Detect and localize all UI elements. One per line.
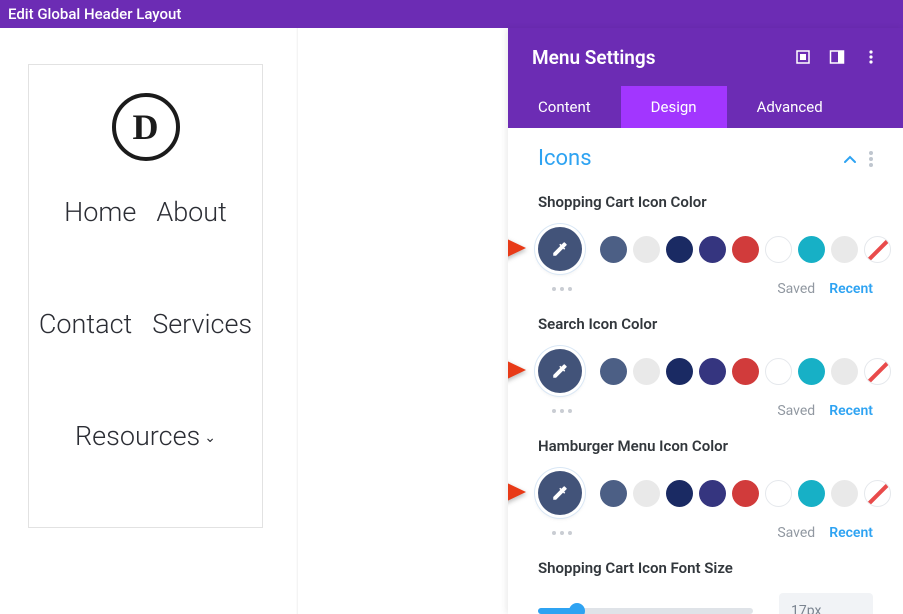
swatch-row-search: 2 — [538, 349, 873, 393]
color-swatch[interactable] — [831, 358, 858, 385]
section-more-icon[interactable] — [869, 151, 873, 167]
nav-item-resources[interactable]: Resources⌄ — [75, 420, 216, 452]
logo-letter: D — [133, 106, 159, 148]
color-swatch[interactable] — [699, 358, 726, 385]
saved-colors-link[interactable]: Saved — [777, 403, 815, 419]
preview-pane: D Home About Contact Services Resources⌄ — [0, 28, 508, 614]
dock-right-icon[interactable] — [829, 49, 845, 65]
color-swatch[interactable] — [699, 236, 726, 263]
color-swatch-none[interactable] — [864, 236, 891, 263]
saved-colors-link[interactable]: Saved — [777, 281, 815, 297]
settings-panel: Menu Settings Content Design Advanced Ic… — [508, 28, 903, 614]
label-cart-icon-color: Shopping Cart Icon Color — [538, 193, 873, 211]
saved-colors-link[interactable]: Saved — [777, 525, 815, 541]
font-size-input[interactable]: 17px — [779, 593, 873, 614]
color-swatch-none[interactable] — [864, 358, 891, 385]
color-swatch[interactable] — [666, 358, 693, 385]
nav-item-home[interactable]: Home — [64, 196, 136, 228]
nav-item-resources-label: Resources — [75, 420, 200, 452]
header-preview: D Home About Contact Services Resources⌄ — [28, 64, 263, 528]
color-swatch[interactable] — [633, 358, 660, 385]
color-swatch[interactable] — [831, 480, 858, 507]
swatch-row-hamburger: 3 — [538, 471, 873, 515]
label-hamburger-icon-color: Hamburger Menu Icon Color — [538, 437, 873, 455]
color-swatch[interactable] — [798, 480, 825, 507]
more-colors-icon[interactable] — [538, 531, 572, 535]
color-swatch[interactable] — [666, 236, 693, 263]
color-swatch[interactable] — [798, 358, 825, 385]
swatch-row-cart: 1 — [538, 227, 873, 271]
color-swatch[interactable] — [600, 236, 627, 263]
eyedropper-button[interactable] — [538, 471, 582, 515]
color-swatch[interactable] — [600, 480, 627, 507]
callout-2: 2 — [508, 349, 526, 391]
recent-colors-link[interactable]: Recent — [829, 403, 873, 419]
slider-thumb[interactable] — [569, 603, 585, 614]
color-swatch-none[interactable] — [864, 480, 891, 507]
recent-colors-link[interactable]: Recent — [829, 281, 873, 297]
eyedropper-button[interactable] — [538, 349, 582, 393]
color-swatch[interactable] — [732, 480, 759, 507]
color-swatch[interactable] — [732, 358, 759, 385]
nav-item-about[interactable]: About — [156, 196, 227, 228]
eyedropper-button[interactable] — [538, 227, 582, 271]
color-swatch[interactable] — [765, 358, 792, 385]
color-swatch[interactable] — [765, 236, 792, 263]
tab-advanced[interactable]: Advanced — [727, 86, 853, 128]
color-swatch[interactable] — [699, 480, 726, 507]
logo[interactable]: D — [112, 93, 180, 161]
chevron-up-icon[interactable] — [843, 152, 857, 166]
more-colors-icon[interactable] — [538, 287, 572, 291]
label-cart-icon-font-size: Shopping Cart Icon Font Size — [538, 559, 873, 577]
color-swatch[interactable] — [633, 480, 660, 507]
color-swatch[interactable] — [633, 236, 660, 263]
section-title-icons[interactable]: Icons — [538, 146, 592, 171]
nav-item-services[interactable]: Services — [152, 308, 252, 340]
color-swatch[interactable] — [798, 236, 825, 263]
color-swatch[interactable] — [732, 236, 759, 263]
color-swatch[interactable] — [765, 480, 792, 507]
page-title: Edit Global Header Layout — [8, 5, 181, 23]
more-colors-icon[interactable] — [538, 409, 572, 413]
expand-icon[interactable] — [795, 49, 811, 65]
tab-content[interactable]: Content — [508, 86, 621, 128]
callout-1: 1 — [508, 227, 526, 269]
more-vertical-icon[interactable] — [863, 49, 879, 65]
chevron-down-icon: ⌄ — [204, 430, 216, 446]
color-swatch[interactable] — [831, 236, 858, 263]
panel-title: Menu Settings — [532, 46, 656, 69]
label-search-icon-color: Search Icon Color — [538, 315, 873, 333]
nav-item-contact[interactable]: Contact — [39, 308, 132, 340]
tab-design[interactable]: Design — [621, 86, 727, 128]
font-size-slider[interactable] — [538, 608, 753, 614]
color-swatch[interactable] — [600, 358, 627, 385]
callout-3: 3 — [508, 471, 526, 513]
tabs: Content Design Advanced — [508, 86, 903, 128]
recent-colors-link[interactable]: Recent — [829, 525, 873, 541]
color-swatch[interactable] — [666, 480, 693, 507]
